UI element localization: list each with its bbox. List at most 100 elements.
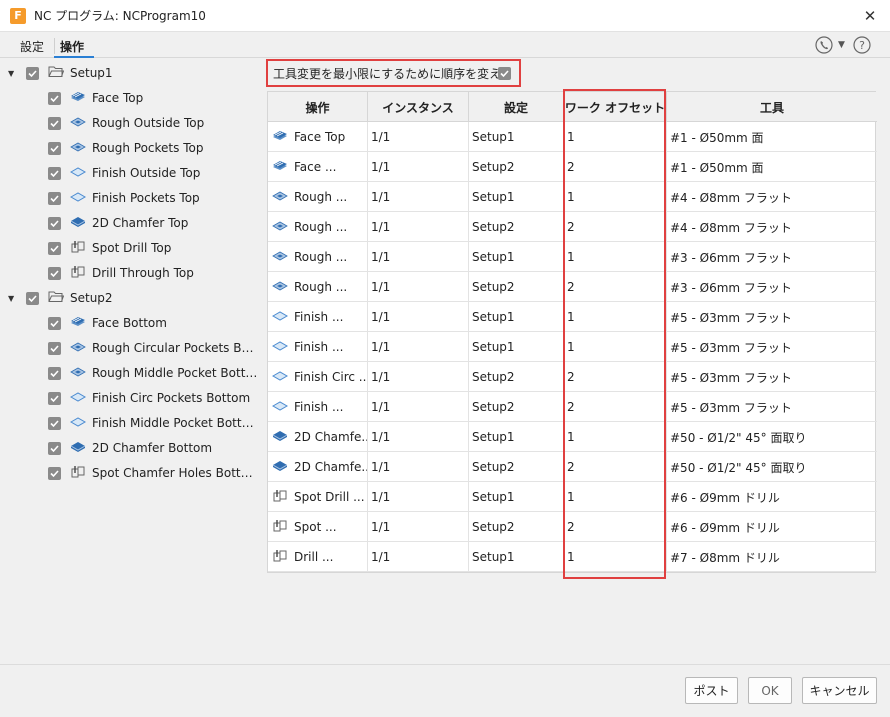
- operation-node[interactable]: Spot Chamfer Holes Bottom: [48, 462, 258, 484]
- cell-instance[interactable]: 1/1: [368, 452, 469, 482]
- cell-setup[interactable]: Setup2: [469, 152, 564, 182]
- cell-tool[interactable]: #3 - Ø6mm フラット: [667, 272, 877, 302]
- cell-operation[interactable]: Drill ...: [268, 542, 368, 572]
- cell-work-offset[interactable]: 1: [564, 542, 667, 572]
- operation-checkbox[interactable]: [48, 316, 61, 330]
- operation-checkbox[interactable]: [48, 266, 61, 280]
- operation-checkbox[interactable]: [48, 391, 61, 405]
- cell-setup[interactable]: Setup2: [469, 452, 564, 482]
- operation-node[interactable]: 2D Chamfer Top: [48, 212, 258, 234]
- table-row[interactable]: Drill ... 1/1 Setup1 1 #7 - Ø8mm ドリル: [268, 542, 877, 572]
- cell-instance[interactable]: 1/1: [368, 212, 469, 242]
- column-header-operation[interactable]: 操作: [268, 92, 368, 122]
- column-header-instance[interactable]: インスタンス: [368, 92, 469, 122]
- operation-node[interactable]: Rough Outside Top: [48, 112, 258, 134]
- setup-node[interactable]: ▼ Setup2: [8, 287, 113, 309]
- cell-setup[interactable]: Setup2: [469, 392, 564, 422]
- cell-instance[interactable]: 1/1: [368, 362, 469, 392]
- table-row[interactable]: Finish Circ ... 1/1 Setup2 2 #5 - Ø3mm フラット: [268, 362, 877, 392]
- operation-checkbox[interactable]: [48, 416, 61, 430]
- cell-work-offset[interactable]: 1: [564, 422, 667, 452]
- phone-icon[interactable]: [815, 36, 833, 57]
- operation-node[interactable]: Finish Pockets Top: [48, 187, 258, 209]
- cell-operation[interactable]: Spot Drill ...: [268, 482, 368, 512]
- cell-setup[interactable]: Setup1: [469, 242, 564, 272]
- setup-checkbox[interactable]: [26, 291, 39, 305]
- operation-node[interactable]: Finish Outside Top: [48, 162, 258, 184]
- tab-operations[interactable]: 操作: [60, 38, 84, 55]
- column-header-tool[interactable]: 工具: [667, 92, 877, 122]
- cell-work-offset[interactable]: 2: [564, 392, 667, 422]
- operation-checkbox[interactable]: [48, 191, 61, 205]
- operation-node[interactable]: Rough Middle Pocket Bottom: [48, 362, 258, 384]
- cell-tool[interactable]: #5 - Ø3mm フラット: [667, 392, 877, 422]
- cell-work-offset[interactable]: 1: [564, 482, 667, 512]
- table-row[interactable]: Rough ... 1/1 Setup1 1 #4 - Ø8mm フラット: [268, 182, 877, 212]
- table-row[interactable]: Face Top 1/1 Setup1 1 #1 - Ø50mm 面: [268, 122, 877, 152]
- cell-tool[interactable]: #5 - Ø3mm フラット: [667, 332, 877, 362]
- operation-checkbox[interactable]: [48, 466, 61, 480]
- cell-tool[interactable]: #5 - Ø3mm フラット: [667, 302, 877, 332]
- cell-setup[interactable]: Setup2: [469, 512, 564, 542]
- operation-checkbox[interactable]: [48, 441, 61, 455]
- cell-instance[interactable]: 1/1: [368, 512, 469, 542]
- table-row[interactable]: Rough ... 1/1 Setup2 2 #4 - Ø8mm フラット: [268, 212, 877, 242]
- expand-arrow-icon[interactable]: ▼: [8, 69, 16, 78]
- table-row[interactable]: Finish ... 1/1 Setup2 2 #5 - Ø3mm フラット: [268, 392, 877, 422]
- cell-tool[interactable]: #6 - Ø9mm ドリル: [667, 512, 877, 542]
- reorder-option-checkbox[interactable]: [498, 67, 511, 80]
- cell-setup[interactable]: Setup1: [469, 122, 564, 152]
- setup-node[interactable]: ▼ Setup1: [8, 62, 113, 84]
- table-row[interactable]: Finish ... 1/1 Setup1 1 #5 - Ø3mm フラット: [268, 302, 877, 332]
- cell-operation[interactable]: Rough ...: [268, 272, 368, 302]
- cell-work-offset[interactable]: 1: [564, 332, 667, 362]
- table-row[interactable]: 2D Chamfe... 1/1 Setup2 2 #50 - Ø1/2" 45° 面取…: [268, 452, 877, 482]
- cell-work-offset[interactable]: 2: [564, 512, 667, 542]
- cell-tool[interactable]: #7 - Ø8mm ドリル: [667, 542, 877, 572]
- operation-node[interactable]: Rough Circular Pockets Botto...: [48, 337, 258, 359]
- cell-tool[interactable]: #1 - Ø50mm 面: [667, 152, 877, 182]
- cell-work-offset[interactable]: 2: [564, 362, 667, 392]
- cell-operation[interactable]: Finish ...: [268, 302, 368, 332]
- table-row[interactable]: Rough ... 1/1 Setup2 2 #3 - Ø6mm フラット: [268, 272, 877, 302]
- cell-work-offset[interactable]: 1: [564, 122, 667, 152]
- table-row[interactable]: Finish ... 1/1 Setup1 1 #5 - Ø3mm フラット: [268, 332, 877, 362]
- cell-work-offset[interactable]: 1: [564, 242, 667, 272]
- cell-operation[interactable]: Face ...: [268, 152, 368, 182]
- cell-tool[interactable]: #4 - Ø8mm フラット: [667, 182, 877, 212]
- cell-work-offset[interactable]: 2: [564, 452, 667, 482]
- cell-tool[interactable]: #5 - Ø3mm フラット: [667, 362, 877, 392]
- operation-checkbox[interactable]: [48, 216, 61, 230]
- cell-instance[interactable]: 1/1: [368, 182, 469, 212]
- cell-operation[interactable]: Finish ...: [268, 392, 368, 422]
- table-row[interactable]: Rough ... 1/1 Setup1 1 #3 - Ø6mm フラット: [268, 242, 877, 272]
- cell-operation[interactable]: 2D Chamfe...: [268, 452, 368, 482]
- operation-node[interactable]: Finish Circ Pockets Bottom: [48, 387, 258, 409]
- cell-operation[interactable]: Finish Circ ...: [268, 362, 368, 392]
- expand-arrow-icon[interactable]: ▼: [8, 294, 16, 303]
- cell-setup[interactable]: Setup2: [469, 212, 564, 242]
- cell-instance[interactable]: 1/1: [368, 122, 469, 152]
- post-button[interactable]: ポスト: [685, 677, 738, 704]
- cell-setup[interactable]: Setup1: [469, 482, 564, 512]
- cell-instance[interactable]: 1/1: [368, 422, 469, 452]
- cell-operation[interactable]: 2D Chamfe...: [268, 422, 368, 452]
- cell-setup[interactable]: Setup1: [469, 302, 564, 332]
- cell-instance[interactable]: 1/1: [368, 482, 469, 512]
- help-icon[interactable]: ?: [853, 36, 871, 57]
- cell-setup[interactable]: Setup1: [469, 332, 564, 362]
- cell-setup[interactable]: Setup2: [469, 272, 564, 302]
- cell-instance[interactable]: 1/1: [368, 542, 469, 572]
- cell-work-offset[interactable]: 2: [564, 212, 667, 242]
- cell-work-offset[interactable]: 1: [564, 182, 667, 212]
- operation-checkbox[interactable]: [48, 116, 61, 130]
- cell-setup[interactable]: Setup1: [469, 542, 564, 572]
- column-header-setup[interactable]: 設定: [469, 92, 564, 122]
- operation-checkbox[interactable]: [48, 366, 61, 380]
- operation-node[interactable]: Face Bottom: [48, 312, 258, 334]
- cell-tool[interactable]: #3 - Ø6mm フラット: [667, 242, 877, 272]
- cell-setup[interactable]: Setup2: [469, 362, 564, 392]
- cell-operation[interactable]: Spot ...: [268, 512, 368, 542]
- cell-instance[interactable]: 1/1: [368, 152, 469, 182]
- operation-node[interactable]: 2D Chamfer Bottom: [48, 437, 258, 459]
